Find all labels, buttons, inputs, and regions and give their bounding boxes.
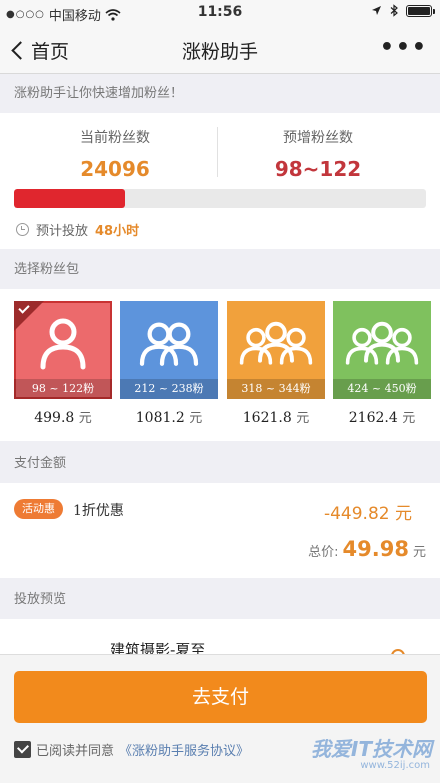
package-tile[interactable]: 98 ~ 122粉: [14, 301, 112, 399]
location-arrow-icon: [372, 6, 381, 15]
total-unit: 元: [412, 545, 426, 560]
preview-section-label: 投放预览: [0, 581, 440, 619]
more-menu-button[interactable]: •••: [380, 37, 428, 59]
fan-package-4[interactable]: 424 ~ 450粉 2162.4 元: [333, 301, 431, 426]
eta-label: 预计投放: [36, 224, 89, 239]
total-value: 49.98: [342, 537, 409, 561]
package-price-unit: 元: [78, 411, 92, 426]
package-range: 98 ~ 122粉: [14, 379, 112, 399]
package-price-unit: 元: [402, 411, 416, 426]
intro-banner: 涨粉助手让你快速增加粉丝！: [0, 75, 440, 113]
package-tile[interactable]: 424 ~ 450粉: [333, 301, 431, 399]
package-range: 318 ~ 344粉: [227, 379, 325, 399]
discount-amount: -449.82 元: [323, 504, 412, 524]
payment-panel: 活动惠 1折优惠 -449.82 元 总价: 49.98 元: [0, 483, 440, 578]
package-price-row: 2162.4 元: [333, 407, 431, 426]
preview-panel: 建筑摄影-夏至: [0, 619, 440, 663]
progress-bar: [14, 189, 426, 208]
pay-button[interactable]: 去支付: [14, 671, 427, 723]
page-title: 涨粉助手: [181, 41, 258, 63]
nav-bar: 首页 涨粉助手 •••: [0, 26, 440, 74]
current-fans-stat: 当前粉丝数 24096: [15, 127, 215, 181]
people-icon: [139, 322, 199, 366]
progress-fill: [14, 189, 126, 208]
agreement-link[interactable]: 《涨粉助手服务协议》: [119, 740, 249, 759]
eta-value: 48小时: [95, 224, 140, 239]
watermark-url: www.52ij.com: [360, 760, 430, 771]
packages-section-label: 选择粉丝包: [0, 251, 440, 289]
people-icon: [239, 321, 313, 365]
package-price: 1081.2: [135, 410, 185, 426]
bottom-bar: 去支付 已阅读并同意 《涨粉助手服务协议》 我爱IT技术网 www.52ij.c…: [0, 654, 440, 783]
agreement-row: 已阅读并同意 《涨粉助手服务协议》: [14, 740, 249, 759]
package-range: 212 ~ 238粉: [120, 379, 218, 399]
expected-fans-value: 98~122: [274, 157, 362, 181]
package-price-row: 499.8 元: [14, 407, 112, 426]
package-price-row: 1081.2 元: [120, 407, 218, 426]
package-price-unit: 元: [189, 411, 203, 426]
total-row: 总价: 49.98 元: [308, 537, 426, 561]
eta-row: 预计投放 48小时: [16, 220, 139, 239]
packages-panel: 98 ~ 122粉 499.8 元 212 ~ 238粉 1081.2 元 318 ~ …: [0, 289, 440, 441]
fan-package-2[interactable]: 212 ~ 238粉 1081.2 元: [120, 301, 218, 426]
stats-card: 当前粉丝数 24096 预增粉丝数 98~122 预计投放 48小时: [0, 113, 440, 249]
current-fans-label: 当前粉丝数: [80, 130, 150, 146]
agree-checkbox[interactable]: [14, 741, 31, 758]
package-tile[interactable]: 318 ~ 344粉: [227, 301, 325, 399]
package-price: 1621.8: [242, 410, 292, 426]
expected-fans-stat: 预增粉丝数 98~122: [218, 127, 418, 181]
promo-badge: 活动惠: [14, 499, 63, 519]
fan-package-3[interactable]: 318 ~ 344粉 1621.8 元: [227, 301, 325, 426]
agree-text: 已阅读并同意: [36, 744, 115, 759]
package-range: 424 ~ 450粉: [333, 379, 431, 399]
bluetooth-icon: [390, 4, 398, 17]
total-label: 总价:: [308, 545, 339, 560]
package-price-unit: 元: [296, 411, 310, 426]
battery-icon: [406, 4, 435, 17]
people-icon: [345, 321, 419, 365]
package-price: 2162.4: [348, 410, 398, 426]
package-price-row: 1621.8 元: [227, 407, 325, 426]
clock-icon: [16, 223, 29, 236]
expected-fans-label: 预增粉丝数: [283, 130, 353, 146]
watermark-logo: 我爱IT技术网: [310, 737, 432, 761]
current-fans-value: 24096: [80, 157, 150, 181]
fan-package-1[interactable]: 98 ~ 122粉 499.8 元: [14, 301, 112, 426]
payment-section-label: 支付金额: [0, 445, 440, 483]
promo-text: 1折优惠: [73, 503, 124, 519]
package-price: 499.8: [34, 410, 75, 426]
package-tile[interactable]: 212 ~ 238粉: [120, 301, 218, 399]
status-bar: ●○○○ 中国移动 11:56: [0, 0, 440, 26]
